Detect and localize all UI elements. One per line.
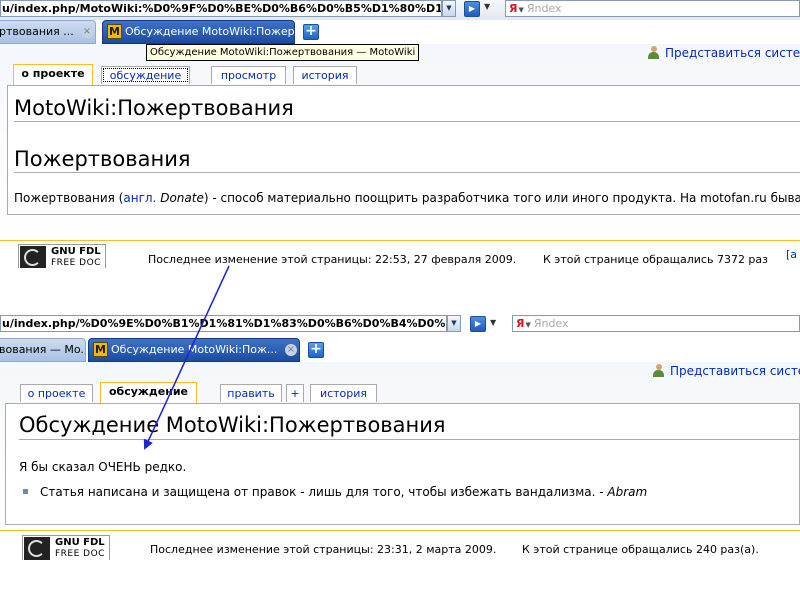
screenshot-discussion-page: u/index.php/%D0%9E%D0%B1%D1%81%D1%83%D0%… — [0, 310, 800, 560]
tab-discussion[interactable]: обсуждение — [101, 66, 190, 84]
user-icon — [648, 46, 659, 59]
search-box[interactable]: Я▼ Яndex — [505, 0, 800, 17]
go-icon[interactable]: ▶ — [464, 1, 480, 17]
last-modified: Последнее изменение этой страницы: 23:31… — [150, 543, 497, 556]
go-dropdown-icon[interactable]: ▼ — [484, 2, 490, 11]
new-tab-icon[interactable]: + — [303, 24, 319, 40]
browser-tab-label: вования — Mo... — [0, 343, 86, 356]
yandex-logo-icon: Я — [516, 317, 525, 330]
gnu-logo-icon — [24, 537, 50, 560]
url-history-dropdown[interactable]: ▼ — [447, 315, 461, 332]
close-tab-icon[interactable]: × — [81, 26, 93, 38]
gfdl-badge[interactable]: GNU FDL FREE DOC — [18, 244, 106, 268]
tab-history[interactable]: история — [310, 384, 377, 402]
browser-tab-strip: ртвования ... × M Обсуждение MotoWiki:Пож… — [0, 20, 800, 44]
browser-tab-discussion[interactable]: M Обсуждение MotoWiki:Пож... × — [88, 338, 300, 362]
english-term: Donate — [160, 191, 204, 205]
content-area: Обсуждение MotoWiki:Пожертвования Я бы с… — [5, 403, 800, 525]
view-count: К этой странице обращались 7372 раз — [543, 253, 769, 266]
tab-history[interactable]: история — [293, 66, 357, 84]
gfdl-badge[interactable]: GNU FDL FREE DOC — [22, 535, 110, 560]
new-tab-icon[interactable]: + — [308, 342, 324, 358]
section-heading: Пожертвования — [14, 147, 191, 171]
user-icon — [653, 364, 664, 377]
login-link[interactable]: Представиться системе — [648, 46, 800, 60]
title-divider — [19, 439, 800, 440]
view-count: К этой странице обращались 240 раз(а). — [522, 543, 759, 556]
browser-tab-label: Обсуждение MotoWiki:Пожертв... — [125, 25, 295, 38]
last-modified: Последнее изменение этой страницы: 22:53… — [148, 253, 517, 266]
search-engine-dropdown-icon[interactable]: ▼ — [518, 6, 523, 14]
browser-tab-discussion[interactable]: MОбсуждение MotoWiki:Пожертв... — [102, 20, 295, 44]
section-divider — [14, 172, 800, 173]
bullet-icon — [23, 489, 28, 494]
browser-tab-label: ртвования ... — [0, 25, 74, 38]
language-link[interactable]: англ. — [123, 191, 156, 205]
tab-add-section[interactable]: + — [286, 384, 304, 402]
screenshot-article-page: u/index.php/MotoWiki:%D0%9F%D0%BE%D0%B6%… — [0, 0, 800, 268]
search-placeholder: Яndex — [533, 317, 569, 330]
tab-discussion[interactable]: обсуждение — [100, 382, 197, 403]
login-link[interactable]: Представиться систе — [653, 364, 800, 378]
close-tab-icon[interactable]: × — [285, 344, 297, 356]
motowiki-favicon-icon: M — [107, 24, 122, 39]
browser-tab-article[interactable]: ртвования ... × — [0, 20, 96, 44]
browser-tab-article[interactable]: вования — Mo... — [0, 338, 86, 362]
footer-edge-link[interactable]: a — [786, 248, 797, 261]
browser-tab-strip: вования — Mo... M Обсуждение MotoWiki:Пож… — [0, 338, 800, 362]
wiki-page: Представиться системе о проекте обсужден… — [0, 44, 800, 240]
page-footer: GNU FDL FREE DOC Последнее изменение это… — [0, 530, 800, 560]
comment-author: Abram — [607, 485, 648, 499]
tab-project[interactable]: о проекте — [20, 384, 93, 402]
url-field[interactable]: u/index.php/MotoWiki:%D0%9F%D0%BE%D0%B6%… — [0, 0, 442, 17]
tab-view[interactable]: просмотр — [211, 66, 286, 84]
article-paragraph: Пожертвования (англ. Donate) - способ ма… — [14, 191, 800, 205]
content-area: MotoWiki:Пожертвования Пожертвования Пож… — [7, 85, 800, 215]
page-footer: GNU FDL FREE DOC Последнее изменение это… — [0, 240, 800, 268]
title-divider — [14, 121, 800, 122]
address-bar: u/index.php/MotoWiki:%D0%9F%D0%BE%D0%B6%… — [0, 0, 800, 20]
motowiki-favicon-icon: M — [93, 342, 108, 357]
go-icon[interactable]: ▶ — [470, 316, 486, 332]
tab-tooltip: Обсуждение MotoWiki:Пожертвования — Moto… — [146, 44, 420, 61]
gnu-logo-icon — [20, 246, 46, 268]
page-title: Обсуждение MotoWiki:Пожертвования — [19, 413, 446, 437]
yandex-logo-icon: Я — [509, 2, 518, 15]
tab-edit[interactable]: править — [220, 384, 282, 402]
page-title: MotoWiki:Пожертвования — [14, 96, 294, 120]
wiki-page: Представиться систе о проекте обсуждение… — [0, 362, 800, 530]
tab-project[interactable]: о проекте — [13, 64, 93, 85]
go-dropdown-icon[interactable]: ▼ — [490, 318, 496, 327]
discussion-comment: Я бы сказал ОЧЕНЬ редко. — [19, 460, 187, 474]
url-field[interactable]: u/index.php/%D0%9E%D0%B1%D1%81%D1%83%D0%… — [0, 315, 447, 332]
browser-tab-label: Обсуждение MotoWiki:Пож... — [111, 343, 278, 356]
address-bar: u/index.php/%D0%9E%D0%B1%D1%81%D1%83%D0%… — [0, 312, 800, 334]
search-engine-dropdown-icon[interactable]: ▼ — [525, 321, 530, 329]
search-placeholder: Яndex — [526, 2, 562, 15]
discussion-bullet: Статья написана и защищена от правок - л… — [23, 485, 647, 500]
url-history-dropdown[interactable]: ▼ — [442, 0, 456, 17]
search-box[interactable]: Я▼ Яndex — [512, 315, 800, 332]
